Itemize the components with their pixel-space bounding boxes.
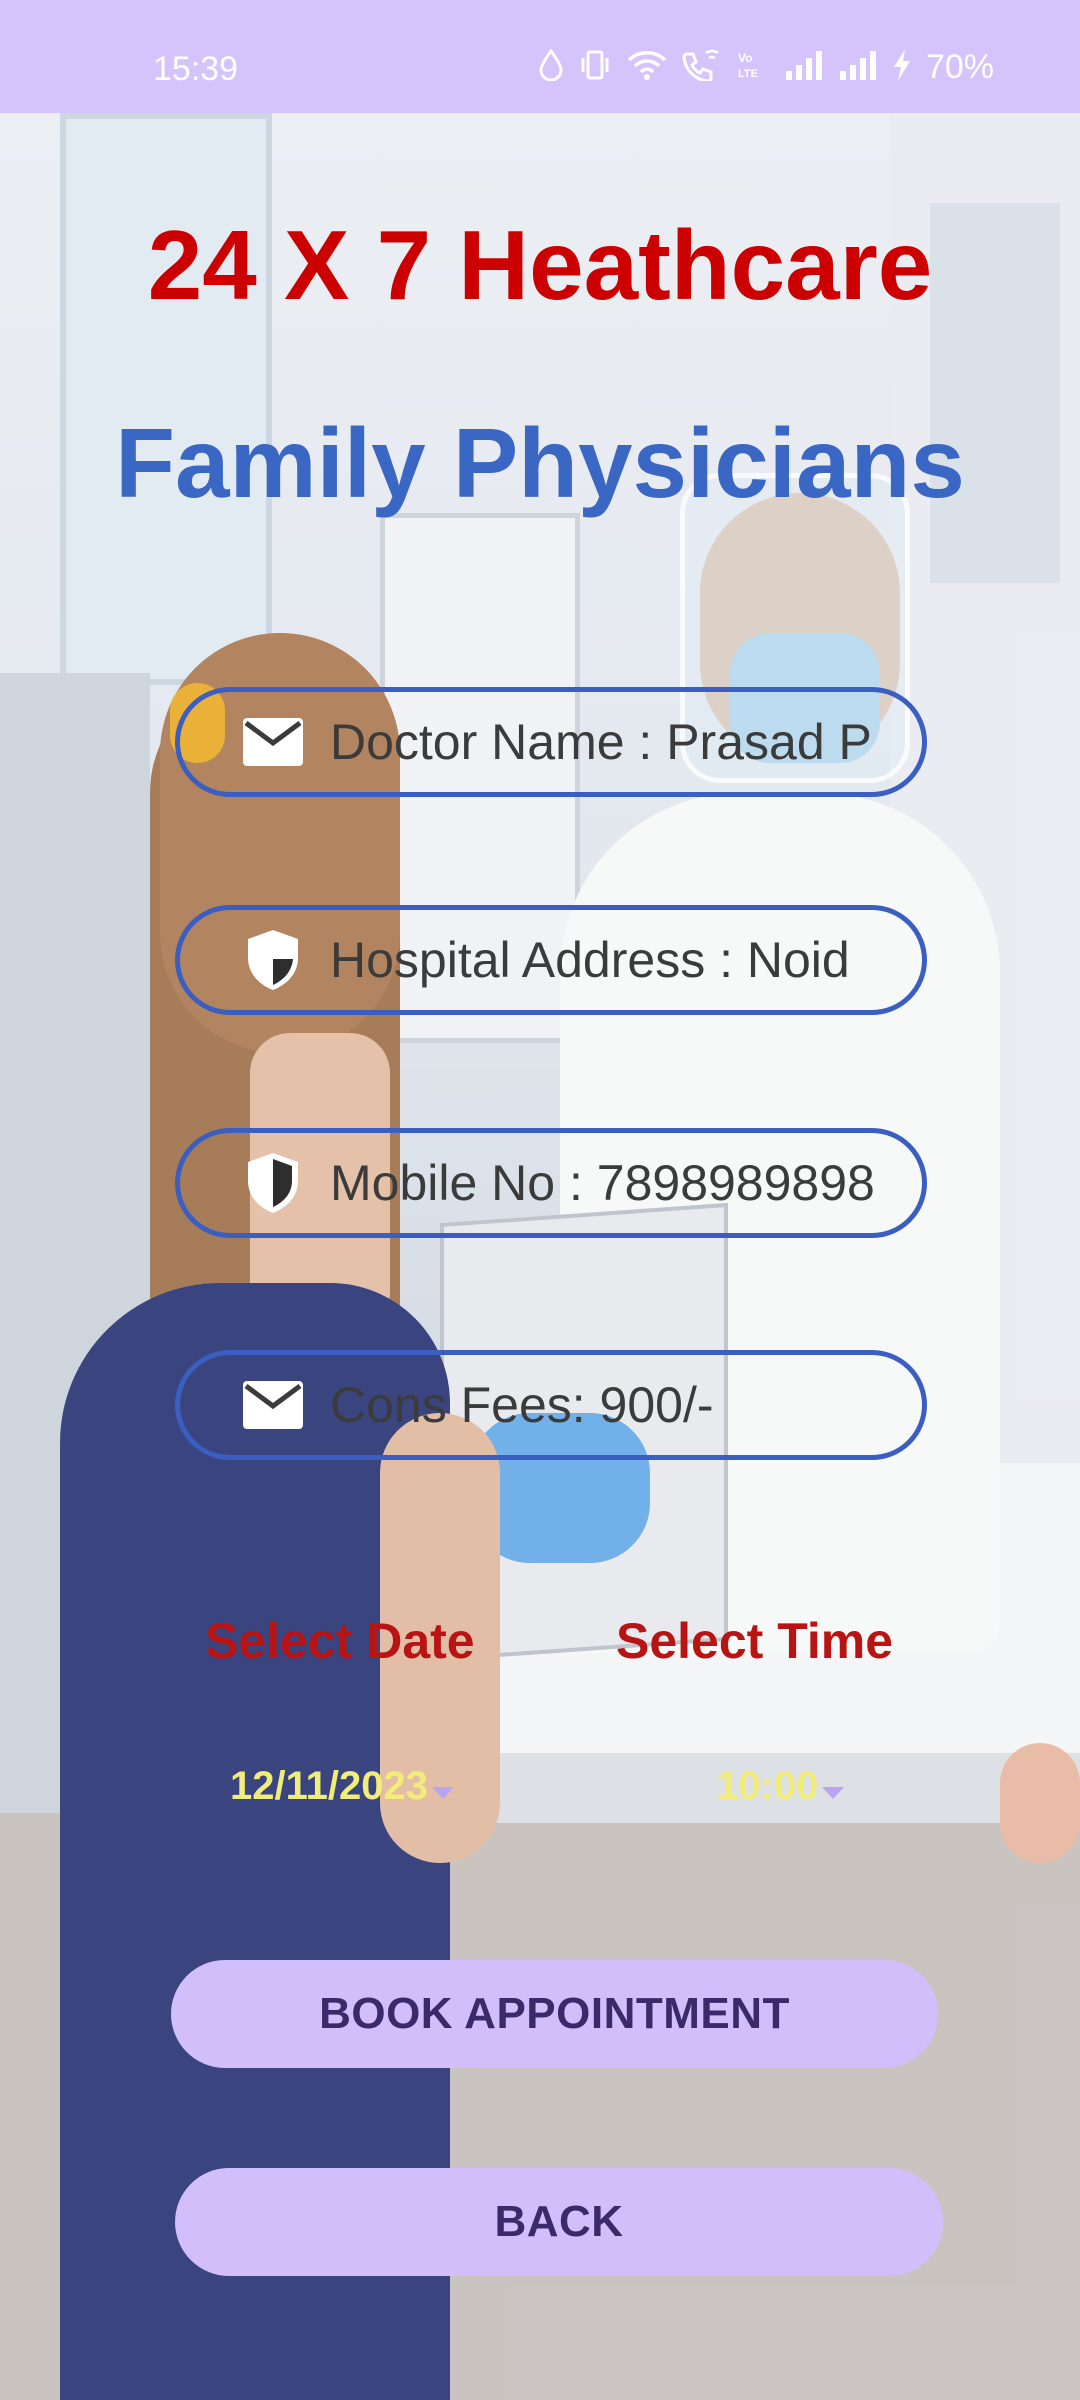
hospital-address-field[interactable]: Hospital Address : Noid bbox=[175, 905, 927, 1015]
back-button[interactable]: BACK bbox=[175, 2168, 943, 2276]
battery-percentage: 70% bbox=[925, 48, 994, 86]
time-value: 10:00 bbox=[716, 1764, 819, 1808]
email-icon bbox=[238, 707, 308, 777]
dropdown-arrow-icon bbox=[432, 1787, 454, 1799]
shield-icon bbox=[238, 925, 308, 995]
svg-text:LTE: LTE bbox=[738, 68, 758, 80]
consultation-fees-field[interactable]: Cons Fees: 900/- bbox=[175, 1350, 927, 1460]
vibrate-icon bbox=[578, 49, 612, 86]
wifi-calling-icon bbox=[682, 49, 722, 86]
mobile-number-text: Mobile No : 7898989898 bbox=[330, 1155, 875, 1211]
dropdown-arrow-icon bbox=[822, 1787, 845, 1799]
app-title: 24 X 7 Heathcare bbox=[147, 210, 933, 320]
date-value: 12/11/2023 bbox=[230, 1764, 428, 1808]
doctor-name-text: Doctor Name : Prasad P bbox=[330, 714, 872, 770]
status-time: 15:39 bbox=[153, 50, 239, 88]
date-picker[interactable]: 12/11/2023 bbox=[230, 1764, 454, 1809]
select-time-label: Select Time bbox=[616, 1613, 894, 1669]
email-icon bbox=[238, 1370, 308, 1440]
volte-icon: Vo LTE bbox=[736, 49, 770, 86]
page-title: Family Physicians bbox=[115, 408, 965, 518]
doctor-name-field[interactable]: Doctor Name : Prasad P bbox=[175, 687, 927, 797]
hospital-address-text: Hospital Address : Noid bbox=[330, 932, 850, 988]
status-icons: Vo LTE 70% bbox=[538, 48, 994, 87]
book-appointment-button[interactable]: BOOK APPOINTMENT bbox=[171, 1960, 938, 2068]
wifi-icon bbox=[626, 49, 668, 86]
water-drop-icon bbox=[538, 48, 564, 86]
status-bar: 15:39 Vo LTE 70% bbox=[0, 0, 1080, 113]
consultation-fees-text: Cons Fees: 900/- bbox=[330, 1377, 714, 1433]
svg-text:Vo: Vo bbox=[738, 51, 752, 65]
signal-icon bbox=[784, 49, 824, 86]
shield-icon bbox=[238, 1148, 308, 1218]
select-date-label: Select Date bbox=[205, 1613, 475, 1669]
charging-bolt-icon bbox=[892, 48, 912, 87]
signal-icon bbox=[838, 49, 878, 86]
mobile-number-field[interactable]: Mobile No : 7898989898 bbox=[175, 1128, 927, 1238]
time-picker[interactable]: 10:00 bbox=[716, 1764, 845, 1809]
